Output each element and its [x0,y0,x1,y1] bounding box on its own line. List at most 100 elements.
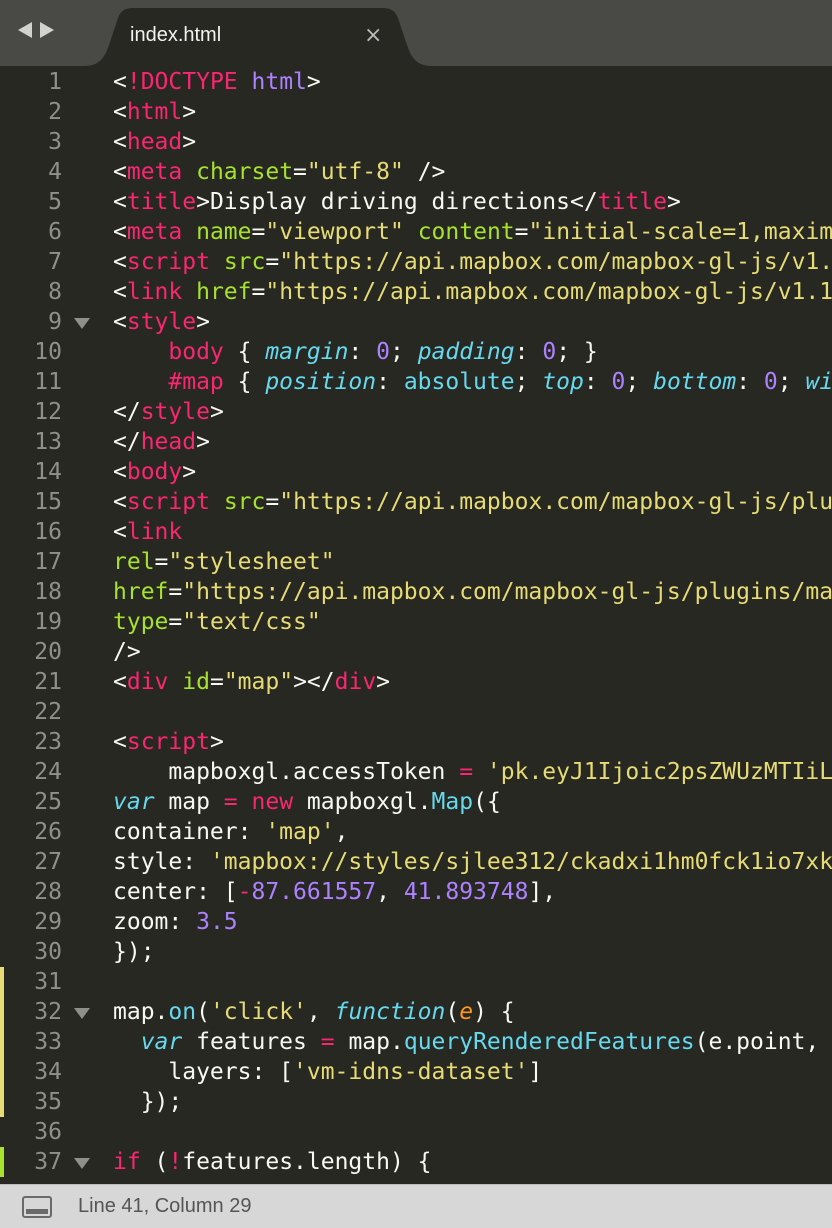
code-line[interactable]: 26 container: 'map', [0,817,832,847]
code-line[interactable]: 2 <html> [0,97,832,127]
forward-arrow-icon[interactable] [40,22,54,38]
code-line[interactable]: 31 [0,967,832,997]
code-token: = [168,579,183,605]
code-token: < [113,459,127,485]
code-token: < [113,219,127,245]
code-text: <meta name="viewport" content="initial-s… [113,217,832,247]
code-token: = [459,759,474,785]
fold-arrow-icon[interactable] [74,318,90,329]
code-text: <script src="https://api.mapbox.com/mapb… [113,247,832,277]
code-line[interactable]: 20 /> [0,637,832,667]
panel-toggle-icon[interactable] [22,1196,52,1218]
line-number: 4 [48,159,62,185]
code-token: src [223,489,266,515]
code-token: div [334,669,377,695]
code-token: > [376,669,391,695]
code-editor[interactable]: 1 <!DOCTYPE html> 2 <html> 3 <head> 4 <meta cha… [0,66,832,1185]
code-line[interactable]: 15 <script src="https://api.mapbox.com/ma… [0,487,832,517]
code-token: 0 [763,369,778,395]
code-line[interactable]: 7 <script src="https://api.mapbox.com/map… [0,247,832,277]
code-text: zoom: 3.5 [113,907,238,937]
code-line[interactable]: 14 <body> [0,457,832,487]
code-line[interactable]: 32 map.on('click', function(e) { [0,997,832,1027]
code-line[interactable]: 8 <link href="https://api.mapbox.com/mapb… [0,277,832,307]
code-line[interactable]: 36 [0,1117,832,1147]
code-line[interactable]: 21 <div id="map"></div> [0,667,832,697]
code-line[interactable]: 17 rel="stylesheet" [0,547,832,577]
code-line[interactable]: 3 <head> [0,127,832,157]
code-token: head [126,129,183,155]
code-line[interactable]: 11 #map { position: absolute; top: 0; bo… [0,367,832,397]
code-line[interactable]: 35 }); [0,1087,832,1117]
code-token: features.length) { [182,1149,432,1175]
code-token: body [126,459,183,485]
code-token: = [251,219,266,245]
code-text: <head> [113,127,196,157]
code-token: script [126,489,210,515]
line-number: 26 [34,819,62,845]
code-line[interactable]: 6 <meta name="viewport" content="initial-… [0,217,832,247]
code-line[interactable]: 27 style: 'mapbox://styles/sjlee312/ckadx… [0,847,832,877]
code-token: var [113,789,155,815]
code-token: 0 [376,339,390,365]
code-line[interactable]: 4 <meta charset="utf-8" /> [0,157,832,187]
fold-arrow-icon[interactable] [74,1158,90,1169]
line-number: 20 [34,639,62,665]
code-token: script [126,249,210,275]
code-token: < [113,159,127,185]
code-line[interactable]: 9 <style> [0,307,832,337]
code-line[interactable]: 29 zoom: 3.5 [0,907,832,937]
code-line[interactable]: 1 <!DOCTYPE html> [0,67,832,97]
code-text: href="https://api.mapbox.com/mapbox-gl-j… [113,577,832,607]
line-number: 19 [34,609,62,635]
code-token: > [182,129,197,155]
code-token: link [126,279,183,305]
code-token: mapboxgl. [293,789,432,815]
code-text: rel="stylesheet" [113,547,335,577]
code-line[interactable]: 23 <script> [0,727,832,757]
code-line[interactable]: 25 var map = new mapboxgl.Map({ [0,787,832,817]
code-line[interactable]: 12 </style> [0,397,832,427]
code-token: { [500,999,515,1025]
code-text: /> [113,637,141,667]
code-line[interactable]: 37 if (!features.length) { [0,1147,832,1177]
fold-arrow-icon[interactable] [74,1008,90,1019]
code-token: ( [445,999,460,1025]
code-line[interactable]: 10 body { margin: 0; padding: 0; } [0,337,832,367]
code-line[interactable]: 5 <title>Display driving directions</titl… [0,187,832,217]
tab-index-html[interactable]: index.html × [84,8,432,66]
code-line[interactable]: 22 [0,697,832,727]
code-token: , [334,819,349,845]
code-line[interactable]: 34 layers: ['vm-idns-dataset'] [0,1057,832,1087]
code-text: <script src="https://api.mapbox.com/mapb… [113,487,832,517]
code-token: margin [265,339,349,365]
line-number: 23 [34,729,62,755]
code-line[interactable]: 30}); [0,937,832,967]
code-text: map.on('click', function(e) { [113,997,515,1027]
code-line[interactable]: 13 </head> [0,427,832,457]
code-token: title [126,189,197,215]
code-text: <link [113,517,182,547]
code-line[interactable]: 19 type="text/css" [0,607,832,637]
code-text: container: 'map', [113,817,348,847]
code-text: #map { position: absolute; top: 0; botto… [113,367,832,397]
code-token: < [113,729,127,755]
back-arrow-icon[interactable] [18,22,32,38]
line-number: 11 [34,369,62,395]
code-token: }); [113,939,155,965]
code-line[interactable]: 24 mapboxgl.accessToken = 'pk.eyJ1Ijoic2… [0,757,832,787]
code-line[interactable]: 18 href="https://api.mapbox.com/mapbox-gl… [0,577,832,607]
code-line[interactable]: 16 <link [0,517,832,547]
code-line[interactable]: 28 center: [-87.661557, 41.893748], [0,877,832,907]
code-token: container: [113,819,266,845]
close-icon[interactable]: × [364,22,382,50]
code-token: html [126,99,183,125]
code-token: 'pk.eyJ1Ijoic2psZWUzMTIiL [486,759,832,785]
status-bar: Line 41, Column 29 [0,1184,832,1228]
code-token: - [237,879,252,905]
code-line[interactable]: 33 var features = map.queryRenderedFeatu… [0,1027,832,1057]
code-token: !DOCTYPE [126,69,238,95]
